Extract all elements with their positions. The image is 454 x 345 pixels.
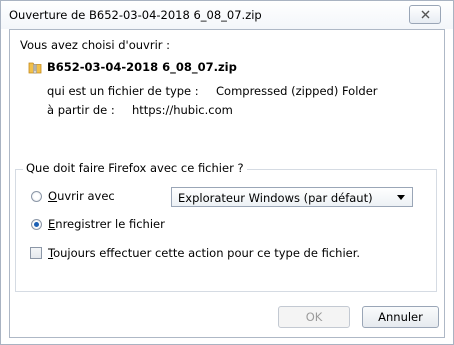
file-type-value: Compressed (zipped) Folder (216, 84, 378, 98)
open-with-label[interactable]: Ouvrir avec (48, 189, 115, 203)
title-bar: Ouverture de B652-03-04-2018 6_08_07.zip (1, 1, 453, 29)
file-type-prefix: qui est un fichier de type : (47, 84, 199, 98)
file-source-value: https://hubic.com (132, 103, 233, 117)
window-title: Ouverture de B652-03-04-2018 6_08_07.zip (9, 8, 262, 22)
ok-button[interactable]: OK (278, 306, 350, 328)
open-with-radio[interactable] (31, 191, 42, 202)
save-file-label[interactable]: Enregistrer le fichier (48, 217, 165, 231)
chevron-down-icon (397, 195, 405, 200)
close-button[interactable] (409, 5, 441, 24)
application-select-value: Explorateur Windows (par défaut) (178, 191, 373, 205)
download-dialog: Ouverture de B652-03-04-2018 6_08_07.zip… (0, 0, 454, 345)
always-do-label[interactable]: Toujours effectuer cette action pour ce … (48, 246, 360, 260)
file-source-prefix: à partir de : (47, 103, 115, 117)
cancel-button[interactable]: Annuler (362, 306, 439, 328)
file-name: B652-03-04-2018 6_08_07.zip (47, 60, 237, 74)
application-select[interactable]: Explorateur Windows (par défaut) (171, 187, 413, 207)
always-do-checkbox[interactable] (30, 247, 42, 259)
action-group-legend: Que doit faire Firefox avec ce fichier ? (23, 161, 247, 175)
close-icon (421, 10, 429, 19)
intro-label: Vous avez choisi d'ouvrir : (20, 38, 171, 52)
save-file-radio[interactable] (31, 219, 42, 230)
zip-file-icon (28, 62, 42, 74)
